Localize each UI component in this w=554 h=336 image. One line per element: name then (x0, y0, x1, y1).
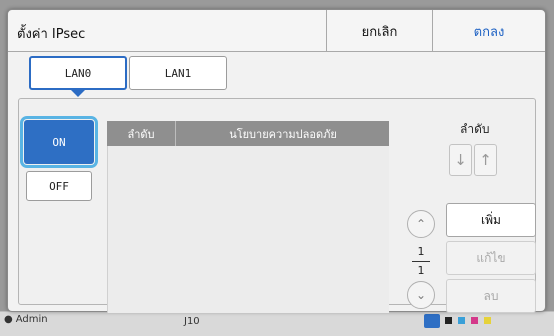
ink-yellow-icon (484, 317, 491, 324)
policy-table-header: ลำดับ นโยบายความปลอดภัย (107, 121, 389, 146)
page-current: 1 (417, 245, 425, 258)
move-down-button[interactable]: ↓ (449, 144, 472, 176)
scroll-down-button[interactable]: ⌄ (407, 281, 435, 309)
user-label: Admin (15, 314, 48, 325)
ok-button[interactable]: ตกลง (432, 10, 545, 52)
network-status-icon (424, 314, 440, 328)
ipsec-on-button[interactable]: ON (20, 116, 98, 168)
cancel-button[interactable]: ยกเลิก (326, 10, 432, 52)
tab-pointer-icon (71, 90, 85, 97)
ink-status (445, 317, 491, 324)
arrow-up-icon: ↑ (479, 151, 492, 169)
delete-button[interactable]: ลบ (446, 279, 536, 313)
page-divider (412, 261, 430, 262)
job-code: J10 (184, 316, 200, 327)
column-header-order: ลำดับ (107, 121, 176, 146)
dialog-header: ตั้งค่า IPsec ยกเลิก ตกลง (8, 10, 545, 52)
ipsec-settings-dialog: ตั้งค่า IPsec ยกเลิก ตกลง LAN0 LAN1 ON O… (7, 9, 546, 313)
ink-black-icon (445, 317, 452, 324)
ink-cyan-icon (458, 317, 465, 324)
move-up-button[interactable]: ↑ (474, 144, 497, 176)
tab-lan1[interactable]: LAN1 (129, 56, 227, 90)
dialog-title: ตั้งค่า IPsec (17, 27, 86, 42)
chevron-up-icon: ⌃ (415, 217, 427, 231)
page-total: 1 (417, 264, 425, 277)
arrow-down-icon: ↓ (454, 151, 467, 169)
policy-table-body (107, 146, 389, 313)
user-indicator: ● Admin (4, 314, 48, 325)
add-button[interactable]: เพิ่ม (446, 203, 536, 237)
user-icon: ● (4, 314, 13, 325)
ipsec-off-button[interactable]: OFF (26, 171, 92, 201)
chevron-down-icon: ⌄ (415, 288, 427, 302)
column-header-policy: นโยบายความปลอดภัย (229, 127, 337, 141)
scroll-up-button[interactable]: ⌃ (407, 210, 435, 238)
order-label: ลำดับ (460, 122, 490, 136)
ink-magenta-icon (471, 317, 478, 324)
tab-lan0[interactable]: LAN0 (29, 56, 127, 90)
edit-button[interactable]: แก้ไข (446, 241, 536, 275)
